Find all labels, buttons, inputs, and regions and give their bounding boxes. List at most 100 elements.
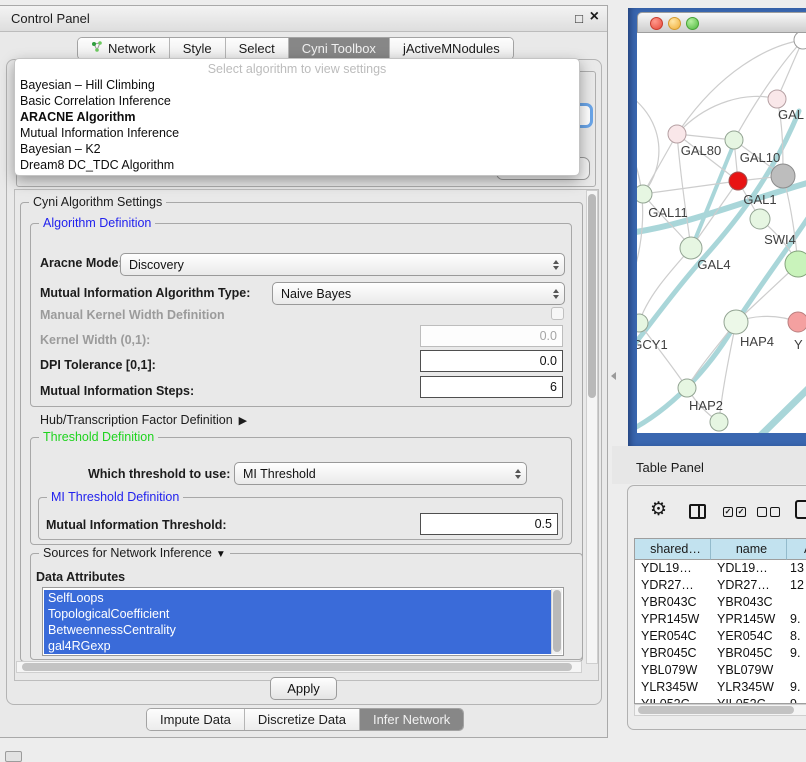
dropdown-item-bayesian-k2[interactable]: Bayesian – K2 (15, 141, 579, 157)
column-header-shared[interactable]: shared… (635, 539, 711, 560)
attribute-item-gal4rgexp[interactable]: gal4RGexp (44, 638, 551, 654)
attr-list-scroll-thumb[interactable] (553, 590, 561, 652)
dropdown-item-basic-correlation-inference[interactable]: Basic Correlation Inference (15, 93, 579, 109)
panel-icon[interactable] (795, 500, 806, 519)
sources-group-title[interactable]: Sources for Network Inference▼ (39, 546, 230, 560)
column-header-name[interactable]: name (711, 539, 787, 560)
table-cell: YBR045C (711, 645, 787, 662)
table-cell: YDR27… (635, 577, 711, 594)
node-gal10[interactable] (725, 131, 743, 149)
tab-cyni-toolbox[interactable]: Cyni Toolbox (289, 38, 390, 59)
table-cell: 9. (787, 611, 806, 628)
tab-style[interactable]: Style (170, 38, 226, 59)
table-horizontal-scroll-thumb[interactable] (638, 706, 794, 714)
node-swi4[interactable] (750, 209, 770, 229)
mi-steps-input[interactable] (420, 376, 563, 398)
table-cell: 9. (787, 645, 806, 662)
node-unlabeled[interactable] (710, 413, 728, 431)
zoom-traffic-light-icon[interactable] (686, 17, 699, 30)
tab-infer-network[interactable]: Infer Network (360, 709, 463, 730)
table-cell: YIL052C (711, 696, 787, 704)
table-row[interactable]: YDL19…YDL19…13 (635, 560, 806, 577)
node-gal[interactable] (768, 90, 786, 108)
table-row[interactable]: YPR145WYPR145W9. (635, 611, 806, 628)
table-cell: YBL079W (711, 662, 787, 679)
node-hap2[interactable] (678, 379, 696, 397)
dropdown-item-bayesian-hill-climbing[interactable]: Bayesian – Hill Climbing (15, 77, 579, 93)
table-body: YDL19…YDL19…13YDR27…YDR27…12YBR043CYBR04… (635, 560, 806, 704)
which-threshold-select[interactable]: MI Threshold (234, 462, 527, 485)
table-row[interactable]: YBL079WYBL079W (635, 662, 806, 679)
dropdown-item-aracne-algorithm[interactable]: ARACNE Algorithm (15, 109, 579, 125)
mi-threshold-label: Mutual Information Threshold: (46, 518, 227, 532)
table-row[interactable]: YDR27…YDR27…12 (635, 577, 806, 594)
attr-list-scrollbar (551, 589, 562, 654)
deselect-all-icon[interactable] (757, 507, 780, 517)
mi-type-select[interactable]: Naive Bayes (272, 282, 565, 305)
network-edge (637, 95, 659, 194)
hub-definition-toggle[interactable]: Hub/Transcription Factor Definition▶ (40, 413, 247, 427)
node-unlabeled[interactable] (771, 164, 795, 188)
mi-type-label: Mutual Information Algorithm Type: (40, 286, 250, 300)
node-hap4[interactable] (724, 310, 748, 334)
tab-discretize-data[interactable]: Discretize Data (245, 709, 360, 730)
column-header-a[interactable]: A (787, 539, 806, 560)
close-traffic-light-icon[interactable] (650, 17, 663, 30)
attribute-item-selfloops[interactable]: SelfLoops (44, 590, 551, 606)
close-window-icon[interactable]: × (590, 8, 599, 26)
network-edge (643, 181, 738, 194)
tab-label: Discretize Data (258, 712, 346, 727)
algorithm-dropdown-list: Select algorithm to view settings Bayesi… (14, 58, 580, 176)
node-gal1[interactable] (729, 172, 747, 190)
table-row[interactable]: YER054CYER054C8. (635, 628, 806, 645)
tab-network[interactable]: Network (78, 38, 170, 59)
dropdown-item-mutual-information-inference[interactable]: Mutual Information Inference (15, 125, 579, 141)
dropdown-item-dream8-dc-tdc-algorithm[interactable]: Dream8 DC_TDC Algorithm (15, 157, 579, 173)
attribute-item-topologicalcoefficient[interactable]: TopologicalCoefficient (44, 606, 551, 622)
network-edge (755, 383, 806, 433)
network-graph: GALGAL80GAL10GAL1GAL11GAL4SWI4GCY1HAP4YH… (637, 33, 806, 433)
table-cell (787, 594, 806, 611)
table-header: shared…nameA (635, 539, 806, 560)
tab-impute-data[interactable]: Impute Data (147, 709, 245, 730)
network-edge (643, 134, 677, 194)
manual-kernel-checkbox[interactable] (551, 307, 564, 320)
table-row[interactable]: YIL052CYIL052C9 (635, 696, 806, 704)
settings-vertical-scroll-thumb[interactable] (588, 194, 596, 398)
split-columns-icon[interactable] (689, 504, 706, 519)
expand-arrow-icon: ▶ (239, 415, 247, 427)
threshold-definition-title: Threshold Definition (39, 430, 158, 444)
dpi-tolerance-input[interactable] (420, 350, 563, 372)
panel-collapse-arrow-icon[interactable] (611, 372, 616, 380)
node-unlabeled[interactable] (794, 33, 806, 49)
kernel-width-input[interactable] (420, 325, 563, 347)
node-gal80[interactable] (668, 125, 686, 143)
network-canvas[interactable]: GALGAL80GAL10GAL1GAL11GAL4SWI4GCY1HAP4YH… (637, 33, 806, 433)
float-window-icon[interactable]: □ (575, 10, 583, 28)
table-panel-title: Table Panel (636, 460, 704, 475)
node-unlabeled[interactable] (785, 251, 806, 277)
tab-jactivemnodules[interactable]: jActiveMNodules (390, 38, 513, 59)
table-row[interactable]: YBR045CYBR045C9. (635, 645, 806, 662)
node-gal4[interactable] (680, 237, 702, 259)
apply-button[interactable]: Apply (270, 677, 337, 700)
aracne-mode-select[interactable]: Discovery (120, 253, 565, 276)
settings-horizontal-scroll-thumb[interactable] (22, 663, 572, 671)
mi-threshold-group-title: MI Threshold Definition (47, 490, 183, 504)
tab-select[interactable]: Select (226, 38, 289, 59)
select-all-icon[interactable]: ✓✓ (723, 507, 746, 517)
minimize-traffic-light-icon[interactable] (668, 17, 681, 30)
kernel-width-label: Kernel Width (0,1): (40, 333, 150, 347)
table-cell: YBR045C (635, 645, 711, 662)
gear-icon[interactable]: ⚙ (650, 499, 667, 521)
node-label-gal: GAL (778, 107, 804, 122)
stepper-icon (548, 289, 564, 299)
table-cell: YLR345W (635, 679, 711, 696)
mi-threshold-input[interactable] (420, 513, 558, 535)
node-y[interactable] (788, 312, 806, 332)
table-row[interactable]: YLR345WYLR345W9. (635, 679, 806, 696)
node-gal11[interactable] (637, 185, 652, 203)
corner-mini-button[interactable] (5, 751, 22, 762)
table-row[interactable]: YBR043CYBR043C (635, 594, 806, 611)
attribute-item-betweennesscentrality[interactable]: BetweennessCentrality (44, 622, 551, 638)
